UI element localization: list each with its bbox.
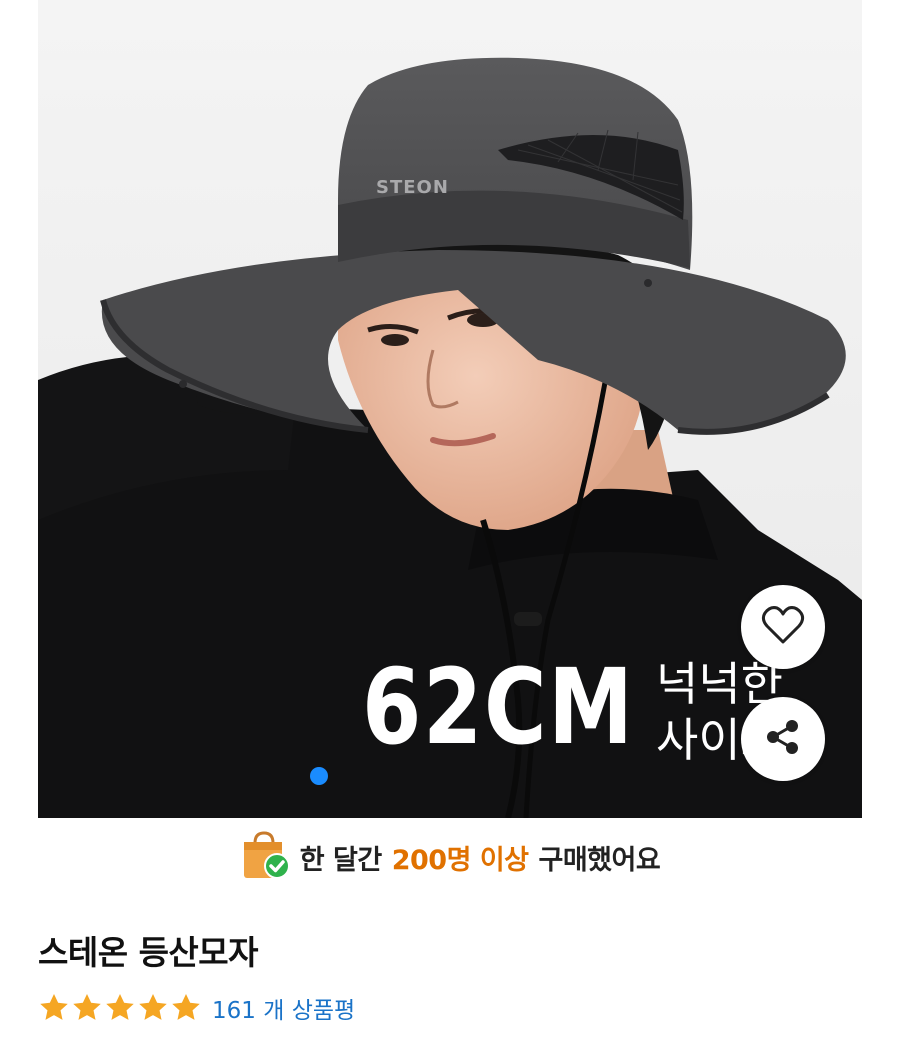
star-icon — [38, 992, 70, 1024]
wishlist-button[interactable] — [741, 585, 825, 669]
review-count-link[interactable]: 161 개 상품평 — [212, 991, 355, 1025]
purchase-banner-suffix: 구매했어요 — [538, 844, 661, 876]
purchase-count-banner: 한 달간 200명 이상 구매했어요 — [0, 826, 900, 888]
review-count-number: 161 — [212, 998, 256, 1024]
star-icon — [71, 992, 103, 1024]
star-icon — [137, 992, 169, 1024]
share-icon — [763, 717, 803, 761]
size-overlay-text: 62CM — [362, 646, 635, 768]
star-icon — [104, 992, 136, 1024]
purchase-banner-prefix: 한 달간 — [299, 844, 382, 876]
heart-icon — [761, 605, 805, 649]
product-image-carousel[interactable]: STEON 62CM 넉넉한 사이즈 — [38, 0, 862, 818]
shopping-bag-check-icon — [240, 830, 290, 884]
purchase-banner-highlight: 200명 이상 — [391, 844, 529, 876]
product-detail-page: STEON 62CM 넉넉한 사이즈 한 달간 200명 이상 구매했어요 스테… — [0, 0, 900, 1040]
share-button[interactable] — [741, 697, 825, 781]
star-rating — [38, 992, 202, 1024]
hat-brand-label: STEON — [376, 177, 449, 198]
star-icon — [170, 992, 202, 1024]
review-count-label: 개 상품평 — [263, 998, 356, 1024]
rating-row[interactable]: 161 개 상품평 — [38, 990, 355, 1026]
carousel-indicator-dot[interactable] — [310, 767, 328, 785]
product-title: 스테온 등산모자 — [38, 933, 259, 972]
